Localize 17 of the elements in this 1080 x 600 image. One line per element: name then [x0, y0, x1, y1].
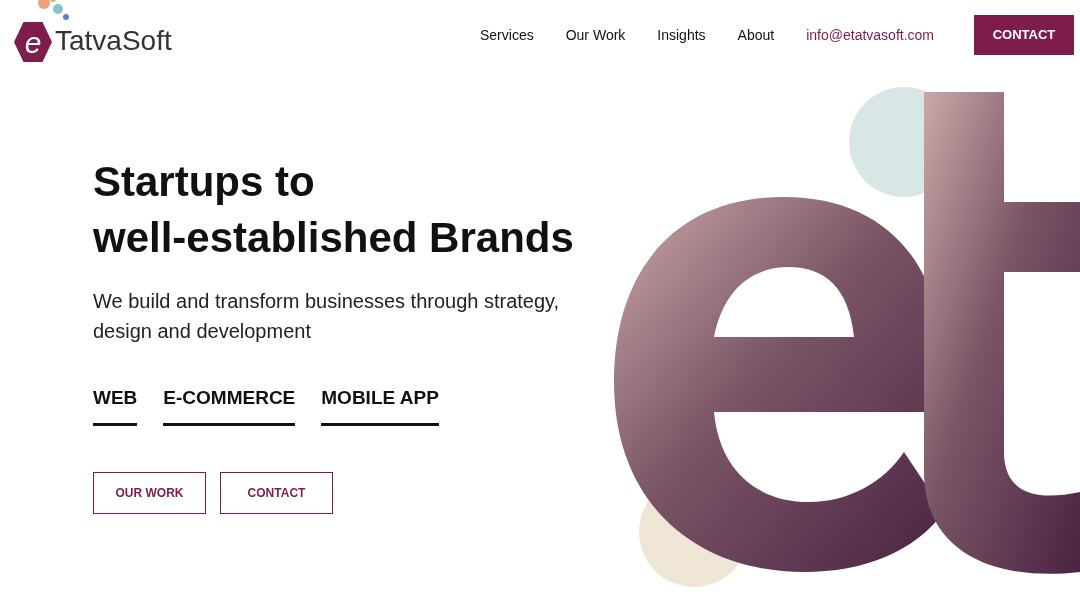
logo-mark: e — [14, 22, 52, 62]
nav-link[interactable]: Insights — [657, 24, 706, 46]
outline-button[interactable]: OUR WORK — [93, 471, 206, 514]
hero-title: well-established Brands — [93, 213, 575, 263]
nav-link[interactable]: About — [737, 24, 775, 46]
category-link[interactable]: WEB — [93, 384, 138, 426]
category-link[interactable]: MOBILE APP — [321, 384, 439, 426]
category-link[interactable]: E-COMMERCE — [163, 384, 296, 426]
email-link[interactable]: info@etatvasoft.com — [806, 24, 934, 46]
outline-button[interactable]: CONTACT — [220, 471, 333, 514]
nav-link[interactable]: Services — [480, 24, 534, 46]
hero-title: Startups to — [93, 157, 316, 207]
logo-wordmark: TatvaSoft — [55, 24, 172, 58]
logo-dots-icon — [36, 0, 70, 22]
contact-button[interactable]: CONTACT — [974, 15, 1074, 55]
hero-subtitle: We build and transform businesses through strategy, design and development — [93, 289, 561, 344]
nav-link[interactable]: Our Work — [565, 24, 626, 46]
